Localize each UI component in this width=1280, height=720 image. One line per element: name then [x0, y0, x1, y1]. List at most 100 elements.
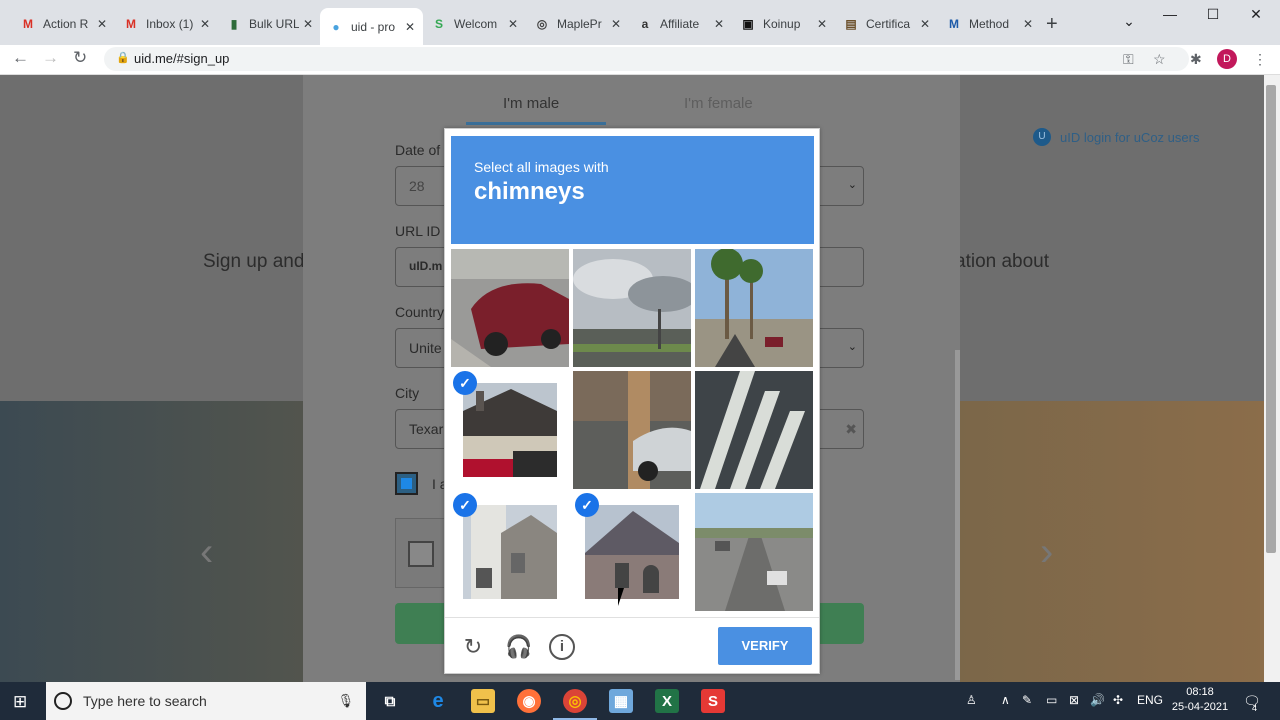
info-icon[interactable]: i	[549, 634, 575, 660]
chrome-icon[interactable]: ◎	[553, 689, 597, 720]
taskbar-search[interactable]: Type here to search 🎙	[46, 682, 366, 720]
address-bar[interactable]: 🔒 uid.me/#sign_up	[104, 47, 1189, 71]
tab-title: Bulk URL	[249, 17, 299, 31]
excel-icon[interactable]: X	[655, 689, 679, 713]
captcha-header: Select all images with chimneys	[451, 136, 814, 244]
tab-female[interactable]: I'm female	[684, 95, 753, 112]
security-icon[interactable]: ⊠	[1069, 693, 1079, 707]
inner-scrollbar[interactable]	[955, 350, 960, 680]
browser-tab[interactable]: ▤ Certifica ✕	[835, 8, 938, 40]
reload-icon[interactable]: ↻	[460, 634, 486, 660]
browser-toolbar: ← → ↻ 🔒 uid.me/#sign_up ⚿ ☆ ✱ D ⋮	[0, 45, 1280, 75]
search-circle-icon	[54, 692, 72, 710]
captcha-target: chimneys	[474, 178, 585, 205]
captcha-tile-9[interactable]	[695, 493, 813, 611]
tab-male[interactable]: I'm male	[503, 95, 559, 112]
volume-icon[interactable]: 🔊	[1090, 693, 1105, 707]
people-icon[interactable]: ♙	[966, 693, 977, 707]
close-tab-icon[interactable]: ✕	[508, 17, 518, 31]
close-window-icon[interactable]: ✕	[1236, 6, 1276, 23]
browser-tab[interactable]: ● uid - pro ✕	[320, 8, 423, 45]
close-tab-icon[interactable]: ✕	[97, 17, 107, 31]
forward-icon[interactable]: →	[42, 48, 59, 68]
menu-icon[interactable]: ⋮	[1253, 51, 1267, 68]
tab-title: Method	[969, 17, 1010, 31]
captcha-tile-6[interactable]	[695, 371, 813, 489]
carousel-next-icon[interactable]: ›	[1040, 530, 1053, 575]
firefox-icon[interactable]: ◉	[517, 689, 541, 713]
close-tab-icon[interactable]: ✕	[611, 17, 621, 31]
language-indicator[interactable]: ENG	[1137, 693, 1163, 707]
microphone-icon[interactable]: 🎙	[337, 693, 354, 709]
tab-favicon-icon: M	[949, 17, 959, 31]
tab-title: Action R	[43, 17, 89, 31]
browser-tab[interactable]: ▣ Koinup ✕	[732, 8, 835, 40]
url-id-value: uID.m	[409, 259, 443, 273]
url-id-label: URL ID	[395, 223, 441, 239]
captcha-tile-1[interactable]	[451, 249, 569, 367]
recaptcha-checkbox[interactable]	[408, 541, 434, 567]
back-icon[interactable]: ←	[12, 48, 29, 68]
browser-tab[interactable]: M Method ✕	[938, 8, 1041, 40]
taskbar-search-placeholder: Type here to search	[83, 693, 207, 709]
minimize-icon[interactable]: —	[1150, 6, 1190, 22]
tray-expand-icon[interactable]: ∧	[1001, 693, 1010, 707]
headphones-icon[interactable]: 🎧	[505, 634, 532, 660]
file-explorer-icon[interactable]: ▭	[471, 689, 495, 713]
profile-avatar[interactable]: D	[1217, 49, 1237, 69]
browser-tab[interactable]: ▮ Bulk URL ✕	[218, 8, 321, 40]
network-icon[interactable]: ▭	[1046, 693, 1057, 707]
close-tab-icon[interactable]: ✕	[1023, 17, 1033, 31]
clear-icon[interactable]: ✖	[845, 421, 857, 438]
country-value: Unite	[409, 340, 442, 356]
star-icon[interactable]: ☆	[1153, 51, 1166, 68]
close-tab-icon[interactable]: ✕	[200, 17, 210, 31]
dob-value: 28	[409, 178, 425, 194]
snagit-icon[interactable]: S	[701, 689, 725, 713]
pen-icon[interactable]: ✎	[1022, 693, 1032, 707]
tile-4-selected-check-icon: ✓	[453, 371, 477, 395]
windows-start-icon[interactable]: ⊞	[13, 692, 27, 712]
browser-tab[interactable]: a Affiliate ✕	[629, 8, 732, 40]
dropbox-icon[interactable]: ✣	[1113, 693, 1123, 707]
close-tab-icon[interactable]: ✕	[714, 17, 724, 31]
city-label: City	[395, 385, 420, 401]
tab-search-icon[interactable]: ⌄	[1109, 13, 1149, 30]
clock-time: 08:18	[1186, 686, 1214, 698]
close-tab-icon[interactable]: ✕	[405, 20, 415, 34]
key-icon[interactable]: ⚿	[1123, 51, 1134, 68]
extensions-icon[interactable]: ✱	[1190, 51, 1202, 68]
clock-date: 25-04-2021	[1171, 701, 1229, 713]
chevron-down-icon: ⌄	[847, 341, 857, 353]
edge-icon[interactable]: e	[426, 689, 450, 713]
system-clock[interactable]: 08:18 25-04-2021	[1170, 685, 1230, 715]
tab-title: Inbox (1)	[146, 17, 194, 31]
agree-checkbox[interactable]	[395, 472, 418, 495]
close-tab-icon[interactable]: ✕	[920, 17, 930, 31]
browser-tab[interactable]: M Inbox (1) ✕	[115, 8, 218, 40]
tab-favicon-icon: ●	[332, 19, 340, 34]
maximize-icon[interactable]: ☐	[1193, 6, 1233, 23]
notepad-icon[interactable]: ▦	[609, 689, 633, 713]
browser-tab[interactable]: S Welcom ✕	[423, 8, 526, 40]
captcha-tile-3[interactable]	[695, 249, 813, 367]
browser-tab[interactable]: M Action R ✕	[12, 8, 115, 40]
new-tab-icon[interactable]: +	[1046, 13, 1058, 36]
captcha-footer-divider	[445, 617, 819, 618]
ucoz-icon: U	[1033, 128, 1051, 146]
captcha-tile-5[interactable]	[573, 371, 691, 489]
browser-tab[interactable]: ◎ MaplePr ✕	[526, 8, 629, 40]
captcha-challenge: Select all images with chimneys ✓ ✓ ✓ ↻ …	[444, 128, 820, 674]
verify-button[interactable]: VERIFY	[718, 627, 812, 665]
task-view-icon[interactable]: ⧉	[378, 689, 402, 713]
scrollbar-thumb[interactable]	[1266, 85, 1276, 553]
captcha-instruction: Select all images with	[474, 159, 609, 175]
captcha-tile-2[interactable]	[573, 249, 691, 367]
tab-title: uid - pro	[351, 19, 396, 34]
close-tab-icon[interactable]: ✕	[303, 17, 313, 31]
carousel-prev-icon[interactable]: ‹	[200, 530, 213, 575]
close-tab-icon[interactable]: ✕	[817, 17, 827, 31]
uid-login-link[interactable]: U uID login for uCoz users	[1033, 128, 1199, 146]
mouse-cursor	[618, 588, 630, 606]
reload-icon[interactable]: ↻	[73, 48, 87, 68]
